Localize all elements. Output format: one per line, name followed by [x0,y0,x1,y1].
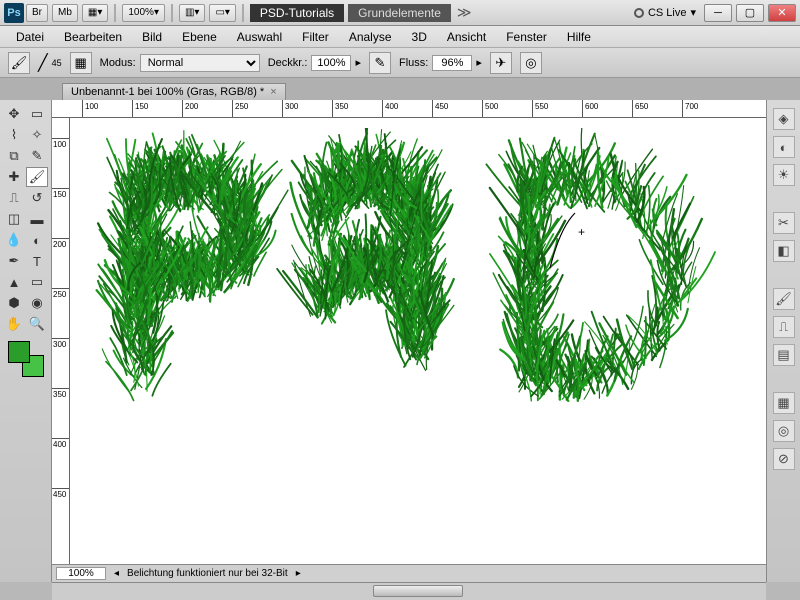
view-extras-button[interactable]: ▥▾ [179,4,205,22]
svg-text:+: + [578,225,585,239]
horizontal-scrollbar[interactable] [52,582,766,600]
brushes-panel-icon[interactable]: 🖌 [773,288,795,310]
nav-panel-icon[interactable]: ◎ [773,420,795,442]
workspace-tab-active[interactable]: PSD-Tutorials [250,4,344,22]
screen-mode-button[interactable]: ▭▾ [209,4,235,22]
brush-tool[interactable]: 🖌 [26,167,48,187]
eraser-tool[interactable]: ◫ [3,209,25,229]
menu-ebene[interactable]: Ebene [174,28,225,46]
brush-preset-button[interactable]: ╱ 45 [38,53,62,73]
menu-datei[interactable]: Datei [8,28,52,46]
styles-panel-icon[interactable]: ◧ [773,240,795,262]
tablet-opacity-button[interactable]: ✎ [369,52,391,74]
flow-arrow[interactable]: ▸ [476,56,482,69]
canvas[interactable]: + [70,118,766,582]
dodge-tool[interactable]: ◐ [26,230,48,250]
clone-panel-icon[interactable]: ⎍ [773,316,795,338]
status-nav-right[interactable]: ▸ [296,568,301,579]
menu-bar: Datei Bearbeiten Bild Ebene Auswahl Filt… [0,26,800,48]
menu-bearbeiten[interactable]: Bearbeiten [56,28,130,46]
opacity-arrow[interactable]: ▸ [355,56,361,69]
history-brush-tool[interactable]: ↺ [26,188,48,208]
window-maximize-button[interactable]: ▢ [736,4,764,22]
window-minimize-button[interactable]: ─ [704,4,732,22]
tool-presets-panel-icon[interactable]: ▤ [773,344,795,366]
scrollbar-thumb[interactable] [373,585,463,597]
cslive-icon [634,8,644,18]
tool-preset-button[interactable]: 🖌 [8,52,30,74]
status-nav-left[interactable]: ◂ [114,568,119,579]
lasso-tool[interactable]: ⌇ [3,125,25,145]
status-zoom[interactable]: 100% [56,567,106,580]
adjust-panel-icon[interactable]: ☀ [773,164,795,186]
flow-label: Fluss: [399,57,428,69]
opacity-input[interactable] [311,55,351,71]
flow-input[interactable] [432,55,472,71]
move-tool[interactable]: ✥ [3,104,25,124]
toolbox: ✥▭ ⌇✧ ⧉✎ ✚🖌 ⎍↺ ◫▬ 💧◐ ✒T ▲▭ ⬢◉ ✋🔍 [0,100,52,582]
swatches-panel-icon[interactable]: ▦ [773,392,795,414]
menu-ansicht[interactable]: Ansicht [439,28,494,46]
layers-panel-icon[interactable]: ◈ [773,108,795,130]
type-tool[interactable]: T [26,251,48,271]
status-bar: 100% ◂ Belichtung funktioniert nur bei 3… [52,564,766,582]
bridge-button[interactable]: Br [26,4,48,22]
menu-fenster[interactable]: Fenster [498,28,555,46]
app-logo: Ps [4,3,24,23]
color-panel-icon[interactable]: ◐ [773,136,795,158]
close-tab-icon[interactable]: × [270,86,276,98]
stamp-tool[interactable]: ⎍ [3,188,25,208]
marquee-tool[interactable]: ▭ [26,104,48,124]
mode-select[interactable]: Normal [140,54,260,72]
eyedropper-tool[interactable]: ✎ [26,146,48,166]
airbrush-button[interactable]: ✈ [490,52,512,74]
more-workspaces-button[interactable]: ≫ [453,4,476,21]
menu-3d[interactable]: 3D [404,28,435,46]
window-close-button[interactable]: ✕ [768,4,796,22]
color-swatch[interactable] [8,341,44,377]
heal-tool[interactable]: ✚ [3,167,25,187]
menu-filter[interactable]: Filter [294,28,337,46]
options-bar: 🖌 ╱ 45 ▦ Modus: Normal Deckkr.: ▸ ✎ Flus… [0,48,800,78]
opacity-label: Deckkr.: [268,57,308,69]
scissors-panel-icon[interactable]: ✂ [773,212,795,234]
menu-auswahl[interactable]: Auswahl [229,28,290,46]
3d-camera-tool[interactable]: ◉ [26,293,48,313]
layout-button[interactable]: ▦▾ [82,4,108,22]
status-info: Belichtung funktioniert nur bei 32-Bit [127,568,288,579]
fg-color[interactable] [8,341,30,363]
title-bar: Ps Br Mb ▦▾ 100% ▾ ▥▾ ▭▾ PSD-Tutorials G… [0,0,800,26]
shape-tool[interactable]: ▭ [26,272,48,292]
brush-panel-toggle[interactable]: ▦ [70,52,92,74]
document-tab-row: Unbenannt-1 bei 100% (Gras, RGB/8) * × [0,78,800,100]
document-tab[interactable]: Unbenannt-1 bei 100% (Gras, RGB/8) * × [62,83,286,100]
path-select-tool[interactable]: ▲ [3,272,25,292]
right-panel: ◈ ◐ ☀ ✂ ◧ 🖌 ⎍ ▤ ▦ ◎ ⊘ [766,100,800,582]
ruler-vertical[interactable]: 100150200250300350400450 [52,118,70,582]
ruler-horizontal[interactable]: 100150200250300350400450500550600650700 [52,100,766,118]
mode-label: Modus: [100,57,136,69]
menu-analyse[interactable]: Analyse [341,28,400,46]
menu-bild[interactable]: Bild [134,28,170,46]
3d-tool[interactable]: ⬢ [3,293,25,313]
workspace-tab[interactable]: Grundelemente [348,4,451,22]
tablet-size-button[interactable]: ◎ [520,52,542,74]
info-panel-icon[interactable]: ⊘ [773,448,795,470]
pen-tool[interactable]: ✒ [3,251,25,271]
zoom-tool[interactable]: 🔍 [26,314,48,334]
minibridge-button[interactable]: Mb [52,4,78,22]
menu-hilfe[interactable]: Hilfe [559,28,599,46]
wand-tool[interactable]: ✧ [26,125,48,145]
hand-tool[interactable]: ✋ [3,314,25,334]
cslive-button[interactable]: CS Live ▾ [634,6,696,19]
canvas-content: + [80,128,760,508]
zoom-dropdown[interactable]: 100% ▾ [122,4,165,22]
crop-tool[interactable]: ⧉ [3,146,25,166]
blur-tool[interactable]: 💧 [3,230,25,250]
gradient-tool[interactable]: ▬ [26,209,48,229]
